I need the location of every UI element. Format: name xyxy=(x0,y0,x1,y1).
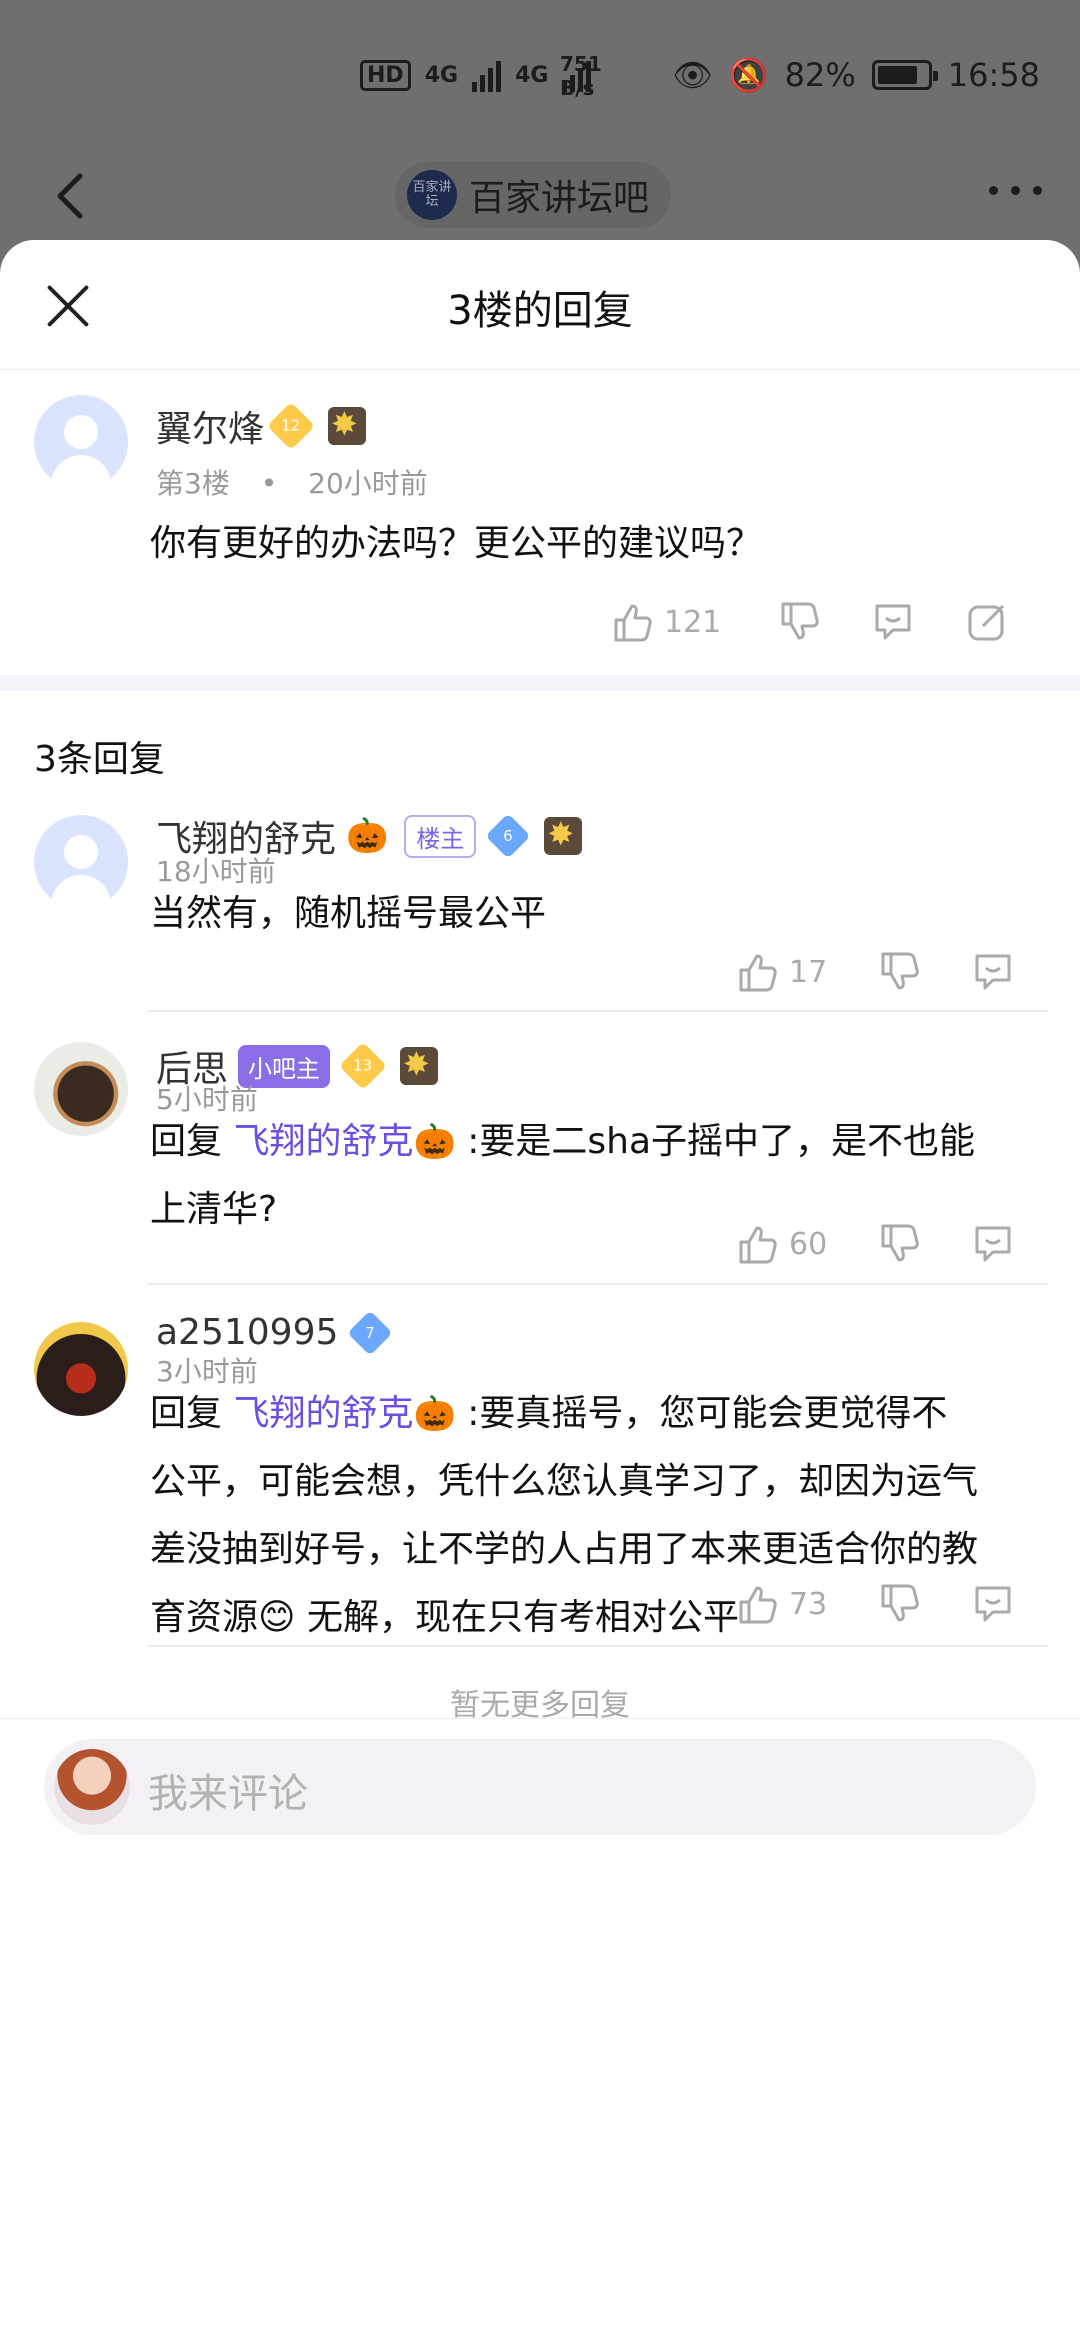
level-badge: 7 xyxy=(347,1309,394,1356)
eye-icon: 👁 xyxy=(672,56,713,94)
status-bar: HD 4G 4G 751 B/s 👁 🔕 82% 16:58 xyxy=(0,0,1080,150)
network-speed: 751 B/s xyxy=(560,52,602,100)
level-badge: 13 xyxy=(338,1041,388,1091)
dislike-icon[interactable] xyxy=(877,950,921,994)
mention-link[interactable]: 飞翔的舒克 xyxy=(233,1121,413,1162)
like-button[interactable]: 73 xyxy=(735,1582,827,1626)
like-icon xyxy=(735,1582,779,1626)
nav-bar: 百家讲坛 百家讲坛吧 xyxy=(0,150,1080,240)
avatar[interactable] xyxy=(34,1042,128,1136)
net-type-2: 4G xyxy=(515,62,549,88)
dislike-icon[interactable] xyxy=(777,600,821,644)
medal-icon xyxy=(328,405,367,445)
like-button[interactable]: 60 xyxy=(735,1222,827,1266)
dislike-icon[interactable] xyxy=(877,1582,921,1626)
like-count: 73 xyxy=(789,1586,828,1622)
comment-icon[interactable] xyxy=(971,950,1015,994)
like-button[interactable]: 121 xyxy=(610,600,721,644)
dislike-icon[interactable] xyxy=(877,1222,921,1266)
section-divider xyxy=(0,675,1080,691)
status-right: 👁 🔕 82% 16:58 xyxy=(672,56,1040,94)
comment-input[interactable]: 我来评论 xyxy=(44,1739,1036,1835)
medal-icon xyxy=(544,815,583,855)
comment-icon[interactable] xyxy=(971,1222,1015,1266)
post-actions: 121 xyxy=(610,600,1009,644)
avatar[interactable] xyxy=(34,815,128,909)
medal-icon xyxy=(400,1045,439,1085)
smile-emoji: 😊 xyxy=(258,1597,296,1638)
pumpkin-icon: 🎃 xyxy=(346,816,389,856)
like-icon xyxy=(735,1222,779,1266)
owner-badge: 楼主 xyxy=(404,814,477,858)
share-icon[interactable] xyxy=(965,600,1009,644)
comment-placeholder: 我来评论 xyxy=(148,1771,308,1817)
reply-divider xyxy=(148,1010,1048,1012)
battery-percent: 82% xyxy=(784,56,856,94)
more-icon[interactable] xyxy=(989,186,1042,195)
like-count: 17 xyxy=(789,954,828,990)
reply-author[interactable]: a2510995 7 xyxy=(156,1309,394,1356)
network-indicators: HD 4G 4G xyxy=(360,58,592,92)
comment-footer: 我来评论 xyxy=(0,1718,1080,1848)
my-avatar xyxy=(54,1749,130,1825)
level-badge: 6 xyxy=(485,813,531,859)
avatar[interactable] xyxy=(34,395,128,489)
like-icon xyxy=(610,600,654,644)
reply-divider xyxy=(148,1645,1048,1647)
forum-link[interactable]: 百家讲坛 百家讲坛吧 xyxy=(395,162,672,228)
comment-icon[interactable] xyxy=(871,600,915,644)
sheet-header: 3楼的回复 xyxy=(0,240,1080,370)
pumpkin-icon: 🎃 xyxy=(413,1394,456,1434)
post-author[interactable]: 翼尔烽 12 xyxy=(156,400,367,452)
floor-label: 第3楼 xyxy=(156,467,230,500)
reply-divider xyxy=(148,1283,1048,1285)
reply-actions: 60 xyxy=(735,1222,1015,1266)
sheet-title: 3楼的回复 xyxy=(447,288,633,334)
mute-bell-icon: 🔕 xyxy=(728,56,769,94)
net-type-1: 4G xyxy=(424,62,459,88)
avatar[interactable] xyxy=(34,1322,128,1416)
post-time: 20小时前 xyxy=(308,467,428,500)
forum-logo: 百家讲坛 xyxy=(407,170,457,220)
pumpkin-icon: 🎃 xyxy=(413,1122,456,1162)
like-count: 121 xyxy=(664,604,722,640)
reply-sheet: 3楼的回复 翼尔烽 12 第3楼 • 20小时前 你有更好的办法吗？更公平的建议… xyxy=(0,240,1080,2340)
like-count: 60 xyxy=(789,1226,828,1262)
comment-icon[interactable] xyxy=(971,1582,1015,1626)
clock: 16:58 xyxy=(947,56,1040,94)
battery-icon xyxy=(871,60,938,90)
level-badge: 12 xyxy=(266,401,316,451)
reply-content: 当然有，随机摇号最公平 xyxy=(150,893,547,934)
reply-count: 3条回复 xyxy=(34,739,165,780)
username: a2510995 xyxy=(156,1312,339,1353)
username: 翼尔烽 xyxy=(156,409,265,450)
post-content: 你有更好的办法吗？更公平的建议吗？ xyxy=(150,523,763,564)
mention-link[interactable]: 飞翔的舒克 xyxy=(233,1393,413,1434)
reply-actions: 73 xyxy=(735,1582,1015,1626)
post-meta: 第3楼 • 20小时前 xyxy=(156,467,428,500)
reply-actions: 17 xyxy=(735,950,1015,994)
signal-icon xyxy=(472,58,502,92)
back-icon[interactable] xyxy=(42,166,102,226)
hd-icon: HD xyxy=(360,59,411,91)
like-icon xyxy=(735,950,779,994)
forum-name: 百家讲坛吧 xyxy=(469,178,650,219)
like-button[interactable]: 17 xyxy=(735,950,827,994)
